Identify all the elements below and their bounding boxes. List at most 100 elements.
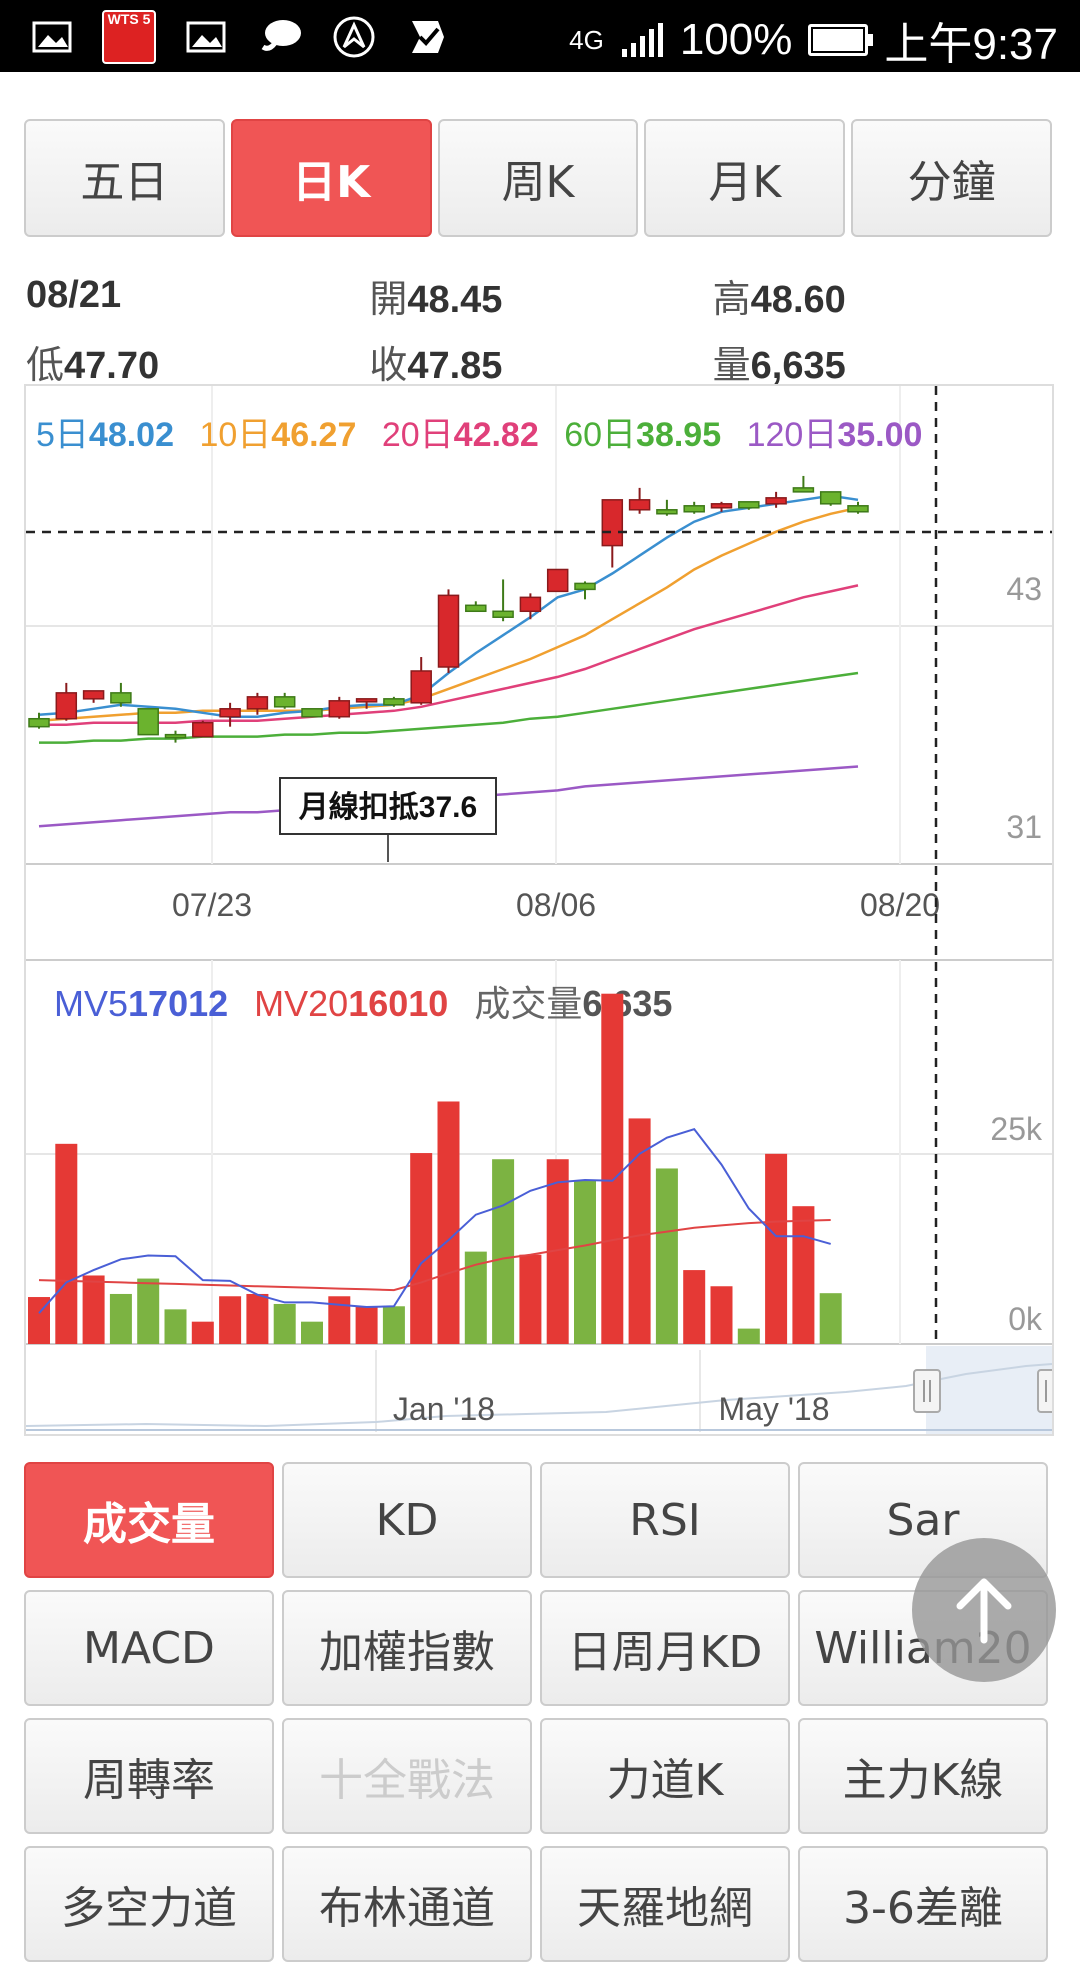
system-status: 4G 100% 上午9:37: [569, 8, 1058, 72]
candlesticks: [28, 475, 869, 743]
price-tick-label: 31: [1006, 809, 1042, 845]
navigator-handle-right[interactable]: [1037, 1369, 1065, 1413]
indicator-bollinger-button[interactable]: 布林通道: [282, 1846, 532, 1962]
notification-icons: WTS 5: [28, 10, 452, 64]
indicator-weekly-turnover-button[interactable]: 周轉率: [24, 1718, 274, 1834]
ma60-label: 60日: [564, 416, 636, 454]
month-line-annotation: 月線扣抵37.6: [279, 777, 497, 862]
ma60-value: 38.95: [636, 416, 721, 454]
candlestick: [792, 475, 815, 493]
indicator-volume-button[interactable]: 成交量: [24, 1462, 274, 1578]
candlestick: [437, 589, 460, 673]
indicator-macd-button[interactable]: MACD: [24, 1590, 274, 1706]
volume-bar: [628, 1118, 651, 1344]
nav-icon: [330, 13, 378, 61]
gallery-icon: [28, 13, 76, 61]
ma120-label: 120日: [747, 416, 838, 454]
indicator-3-6-bias-button[interactable]: 3-6差離: [798, 1846, 1048, 1962]
volume-bar: [273, 1303, 296, 1344]
indicator-bull-bear-button[interactable]: 多空力道: [24, 1846, 274, 1962]
mv5-value: 17012: [128, 983, 228, 1024]
volume-bar: [683, 1270, 706, 1344]
indicator-weighted-index-button[interactable]: 加權指數: [282, 1590, 532, 1706]
ma10-value: 46.27: [271, 416, 356, 454]
ma5-value: 48.02: [89, 416, 174, 454]
candlestick: [410, 657, 432, 705]
volume-bar: [382, 1306, 405, 1344]
navigator-handle-left[interactable]: [913, 1369, 941, 1413]
tab-minute[interactable]: 分鐘: [851, 119, 1052, 237]
arrow-up-icon: [956, 1578, 1012, 1644]
candlestick: [656, 499, 678, 516]
date-tick-label: 07/23: [172, 887, 252, 923]
volume-bar: [437, 1101, 460, 1344]
tab-monthly-k[interactable]: 月K: [644, 119, 846, 237]
volume-bar: [601, 993, 624, 1344]
navigator-label: Jan '18: [393, 1391, 495, 1427]
scroll-to-top-button[interactable]: [912, 1538, 1056, 1682]
battery-percent: 100%: [679, 15, 793, 64]
quote-volume: 量6,635: [712, 344, 846, 387]
candlestick: [328, 696, 351, 719]
volume-bar: [246, 1293, 269, 1344]
ma-legend: 5日48.02 10日46.27 20日42.82 60日38.95 120日3…: [36, 416, 922, 454]
candlestick: [601, 499, 624, 568]
volume-bar: [737, 1328, 760, 1344]
check-icon: [404, 13, 452, 61]
volume-bar: [191, 1321, 214, 1344]
ma120-value: 35.00: [837, 416, 922, 454]
indicator-rsi-button[interactable]: RSI: [540, 1462, 790, 1578]
chart-grid: [26, 386, 1052, 1345]
mv5-label: MV5: [54, 983, 128, 1024]
candlestick: [628, 487, 651, 514]
range-navigator[interactable]: Jan '18 May '18: [25, 1346, 1065, 1434]
volume-bar: [519, 1254, 542, 1344]
volume-bar: [492, 1159, 515, 1344]
navigator-label: May '18: [718, 1391, 829, 1427]
indicator-ten-strategy-button[interactable]: 十全戰法: [282, 1718, 532, 1834]
tab-weekly-k[interactable]: 周K: [437, 119, 639, 237]
volume-bar: [710, 1286, 733, 1344]
mv20-label: MV20: [254, 983, 348, 1024]
indicator-kd-button[interactable]: KD: [282, 1462, 532, 1578]
navigator-selection[interactable]: [926, 1346, 1052, 1434]
volume-bar: [301, 1321, 323, 1344]
indicator-skynet-button[interactable]: 天羅地網: [540, 1846, 790, 1962]
stock-chart[interactable]: 5日48.02 10日46.27 20日42.82 60日38.95 120日3…: [24, 384, 1065, 1436]
volume-tick-label: 25k: [990, 1111, 1043, 1147]
volume-bar: [164, 1309, 187, 1344]
volume-bar: [137, 1278, 160, 1344]
indicator-force-k-button[interactable]: 力道K: [540, 1718, 790, 1834]
volume-legend: MV517012 MV2016010 成交量6,635: [54, 983, 672, 1024]
quote-open: 開48.45: [369, 278, 503, 321]
volume-bar: [819, 1293, 842, 1344]
tab-daily-k[interactable]: 日K: [230, 119, 432, 237]
candlestick: [82, 690, 105, 703]
chart-canvas[interactable]: 5日48.02 10日46.27 20日42.82 60日38.95 120日3…: [25, 386, 1065, 1434]
indicator-buttons: 成交量 KD RSI Sar MACD 加權指數 日周月KD William20…: [24, 1462, 1058, 1962]
ma5-label: 5日: [36, 416, 89, 454]
indicator-main-force-k-button[interactable]: 主力K線: [798, 1718, 1048, 1834]
annotation-text: 月線扣抵37.6: [299, 790, 477, 824]
quote-high: 高48.60: [712, 278, 846, 321]
network-indicator: 4G: [569, 24, 604, 55]
quote-close: 收47.85: [369, 344, 503, 387]
candlestick: [465, 601, 487, 613]
volume-bar: [765, 1153, 788, 1344]
gallery-icon: [182, 13, 230, 61]
ma20-label: 20日: [382, 416, 454, 454]
volume-value: 6,635: [582, 983, 672, 1024]
candlestick: [383, 696, 405, 707]
candlestick: [110, 682, 132, 707]
candlestick: [847, 501, 869, 514]
candlestick: [219, 702, 241, 727]
candlestick: [301, 708, 323, 718]
tab-five-day[interactable]: 五日: [24, 119, 225, 237]
volume-bar: [82, 1275, 105, 1344]
volume-bar: [655, 1168, 678, 1344]
indicator-dwm-kd-button[interactable]: 日周月KD: [540, 1590, 790, 1706]
app-badge-icon: WTS 5: [102, 10, 156, 64]
candlestick: [273, 692, 296, 709]
volume-bar: [574, 1180, 596, 1344]
candlestick: [683, 501, 705, 514]
